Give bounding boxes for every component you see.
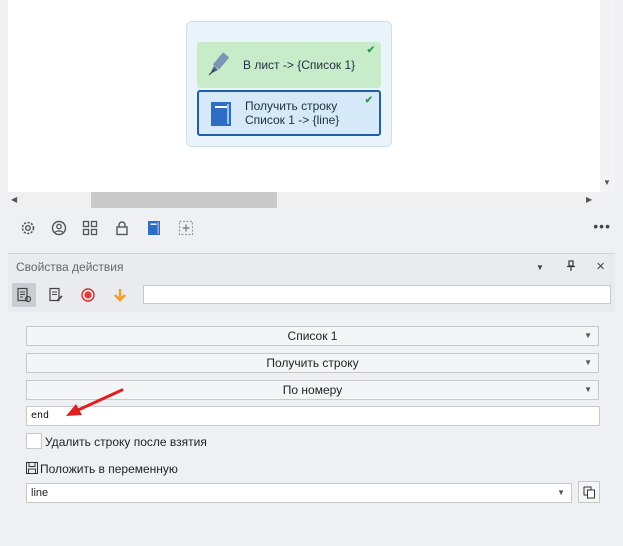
chevron-down-icon: ▼ xyxy=(584,358,592,367)
operation-select[interactable]: Получить строку ▼ xyxy=(26,353,599,373)
pin-icon[interactable] xyxy=(566,260,576,275)
copy-icon xyxy=(583,486,595,498)
annotation-arrow-icon xyxy=(66,388,124,416)
save-icon xyxy=(26,462,38,474)
chevron-down-icon: ▼ xyxy=(584,331,592,340)
add-box-icon[interactable] xyxy=(176,218,196,238)
node-label-line2: Список 1 -> {line} xyxy=(245,113,340,127)
user-circle-icon[interactable] xyxy=(49,218,69,238)
node-label: В лист -> {Список 1} xyxy=(243,58,356,72)
delete-after-take-label: Удалить строку после взятия xyxy=(45,435,207,449)
record-icon[interactable] xyxy=(76,283,100,307)
notebook-icon xyxy=(211,102,231,126)
pen-nib-icon xyxy=(208,52,229,76)
node-label-line1: Получить строку xyxy=(245,99,338,113)
variable-select-value: line xyxy=(31,487,49,499)
variable-select[interactable]: line ▼ xyxy=(26,483,572,503)
canvas-horizontal-scrollbar[interactable]: ◀ ▶ xyxy=(8,192,600,208)
scroll-right-icon[interactable]: ▶ xyxy=(586,195,592,204)
notebook-icon[interactable] xyxy=(144,218,164,238)
panel-search-input[interactable] xyxy=(143,285,611,304)
panel-header: Свойства действия ▼ ✕ xyxy=(8,254,615,280)
close-icon[interactable]: ✕ xyxy=(596,260,605,273)
grid-icon[interactable] xyxy=(80,218,100,238)
action-properties-icon[interactable] xyxy=(12,283,36,307)
more-options-icon[interactable]: ••• xyxy=(593,218,611,234)
workflow-canvas[interactable]: В лист -> {Список 1} ✔ Получить строку С… xyxy=(8,0,600,192)
action-node-add-to-list[interactable]: В лист -> {Список 1} ✔ xyxy=(197,42,381,88)
canvas-vertical-scrollbar[interactable]: ▼ xyxy=(600,0,615,192)
edit-properties-icon[interactable] xyxy=(44,283,68,307)
check-icon: ✔ xyxy=(364,95,373,106)
list-select-value: Список 1 xyxy=(287,329,338,343)
canvas-toolbar: ••• xyxy=(8,208,615,247)
variable-copy-button[interactable] xyxy=(578,481,600,503)
panel-title: Свойства действия xyxy=(16,260,124,274)
action-node-get-line[interactable]: Получить строку Список 1 -> {line} ✔ xyxy=(197,90,381,136)
gear-icon[interactable] xyxy=(18,218,38,238)
action-settings-form: Список 1 ▼ Получить строку ▼ По номеру ▼… xyxy=(8,312,615,546)
download-arrow-icon[interactable] xyxy=(108,283,132,307)
chevron-down-icon: ▼ xyxy=(584,385,592,394)
scroll-down-icon[interactable]: ▼ xyxy=(603,178,611,187)
scroll-left-icon[interactable]: ◀ xyxy=(11,195,17,204)
scrollbar-thumb[interactable] xyxy=(91,192,277,208)
chevron-down-icon: ▼ xyxy=(557,488,565,497)
lock-icon[interactable] xyxy=(112,218,132,238)
operation-select-value: Получить строку xyxy=(266,356,359,370)
delete-after-take-checkbox[interactable] xyxy=(26,433,42,449)
mode-select-value: По номеру xyxy=(282,383,343,397)
save-to-variable-label: Положить в переменную xyxy=(40,462,178,476)
panel-toolbar xyxy=(8,280,615,310)
check-icon: ✔ xyxy=(366,45,375,56)
panel-dropdown-icon[interactable]: ▼ xyxy=(536,263,544,272)
list-select[interactable]: Список 1 ▼ xyxy=(26,326,599,346)
action-group[interactable]: В лист -> {Список 1} ✔ Получить строку С… xyxy=(186,21,392,147)
